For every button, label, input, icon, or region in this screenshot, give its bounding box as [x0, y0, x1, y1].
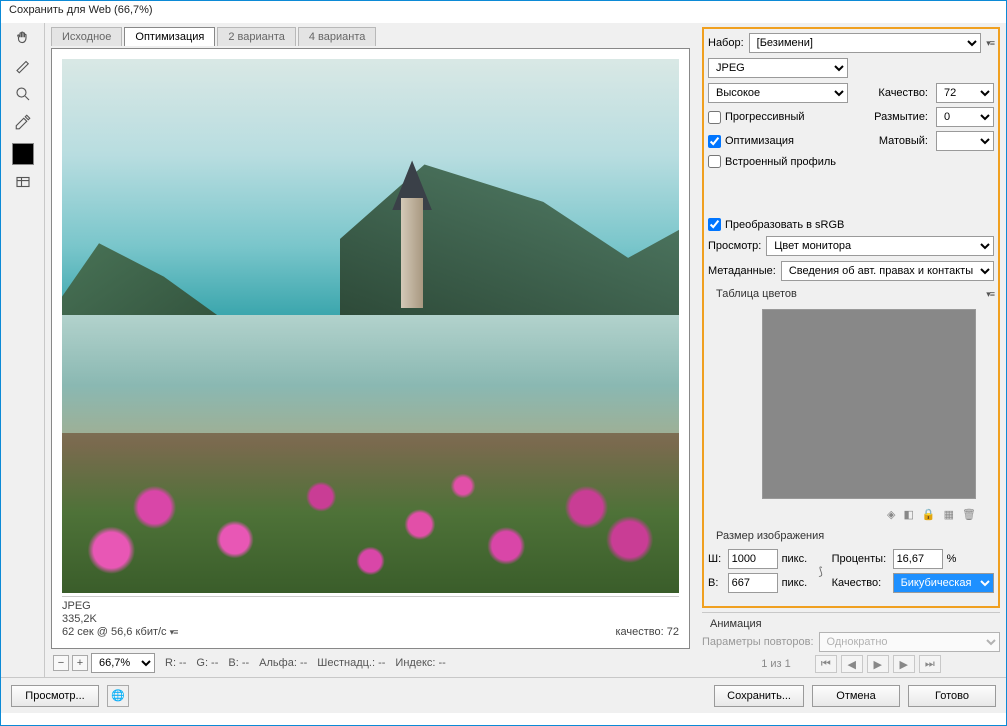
percent-unit: %	[947, 553, 994, 565]
ct-shift-icon[interactable]: ◧	[904, 508, 914, 521]
blur-value[interactable]: 0	[936, 107, 994, 127]
image-info: JPEG 335,2K 62 сек @ 56,6 кбит/с ▾≡ каче…	[62, 596, 679, 638]
percent-input[interactable]	[893, 549, 943, 569]
metadata-select[interactable]: Сведения об авт. правах и контакты	[781, 261, 994, 281]
next-frame-button[interactable]: ▶	[893, 655, 915, 673]
matte-label: Матовый:	[874, 135, 928, 147]
prev-frame-button[interactable]: ◀	[841, 655, 863, 673]
metadata-label: Метаданные:	[708, 265, 776, 277]
tab-original[interactable]: Исходное	[51, 27, 122, 46]
height-unit: пикс.	[782, 577, 810, 589]
canvas[interactable]: JPEG 335,2K 62 сек @ 56,6 кбит/с ▾≡ каче…	[51, 48, 690, 649]
format-select[interactable]: JPEG	[708, 58, 848, 78]
info-format: JPEG	[62, 600, 177, 612]
preset-label: Набор:	[708, 37, 744, 49]
tab-optimized[interactable]: Оптимизация	[124, 27, 215, 46]
readout-index: Индекс: --	[395, 657, 445, 669]
hand-tool[interactable]	[9, 27, 37, 49]
percent-label: Проценты:	[832, 553, 889, 565]
repeat-label: Параметры повторов:	[702, 636, 814, 648]
status-bar: − + 66,7% R: -- G: -- B: -- Альфа: -- Ше…	[51, 649, 690, 677]
readout-alpha: Альфа: --	[259, 657, 307, 669]
zoom-in-button[interactable]: +	[72, 655, 88, 671]
width-label: Ш:	[708, 553, 724, 565]
preset-menu-icon[interactable]: ▾≡	[986, 38, 994, 49]
preview-select[interactable]: Цвет монитора	[766, 236, 994, 256]
toggle-slices-icon[interactable]	[9, 171, 37, 193]
resample-label: Качество:	[832, 577, 889, 589]
done-button[interactable]: Готово	[908, 685, 996, 707]
image-size-title: Размер изображения	[708, 528, 994, 544]
eyedropper-tool[interactable]	[9, 111, 37, 133]
readout-b: B: --	[228, 657, 249, 669]
animation-title: Анимация	[702, 616, 1000, 632]
matte-value[interactable]	[936, 131, 994, 151]
cancel-button[interactable]: Отмена	[812, 685, 900, 707]
preview-button[interactable]: Просмотр...	[11, 685, 99, 707]
repeat-select: Однократно	[819, 632, 1000, 652]
resample-select[interactable]: Бикубическая	[893, 573, 994, 593]
preview-image	[62, 59, 679, 593]
ct-eyedrop-icon[interactable]: ◈	[887, 508, 895, 521]
ct-lock-icon[interactable]: 🔒	[922, 508, 936, 521]
ct-new-icon[interactable]: ▦	[944, 508, 954, 521]
color-table-title: Таблица цветов	[708, 288, 797, 300]
time-menu-icon[interactable]: ▾≡	[170, 627, 178, 637]
first-frame-button[interactable]: ⏮	[815, 655, 837, 673]
view-tabs: Исходное Оптимизация 2 варианта 4 вариан…	[51, 27, 690, 46]
info-size: 335,2K	[62, 613, 177, 625]
frame-position: 1 из 1	[761, 658, 791, 670]
srgb-checkbox[interactable]	[708, 218, 721, 231]
quality-label: Качество:	[874, 87, 928, 99]
preview-label: Просмотр:	[708, 240, 761, 252]
readout-hex: Шестнадц.: --	[317, 657, 385, 669]
color-swatch[interactable]	[12, 143, 34, 165]
optimize-checkbox[interactable]	[708, 135, 721, 148]
embed-profile-checkbox[interactable]	[708, 155, 721, 168]
readout-r: R: --	[165, 657, 186, 669]
embed-profile-label: Встроенный профиль	[725, 156, 836, 168]
color-table-tools: ◈ ◧ 🔒 ▦ 🗑	[708, 506, 994, 523]
readout-g: G: --	[196, 657, 218, 669]
width-input[interactable]	[728, 549, 778, 569]
srgb-label: Преобразовать в sRGB	[725, 219, 844, 231]
settings-panel: Набор: [Безимени] ▾≡ JPEG Высокое Качест…	[696, 23, 1006, 677]
zoom-select[interactable]: 66,7%	[91, 653, 155, 673]
preset-select[interactable]: [Безимени]	[749, 33, 982, 53]
window-title: Сохранить для Web (66,7%)	[1, 1, 1006, 23]
browser-preview-icon[interactable]: 🌐	[107, 685, 129, 707]
play-button[interactable]: ▶	[867, 655, 889, 673]
tool-palette	[1, 23, 45, 677]
zoom-tool[interactable]	[9, 83, 37, 105]
info-quality: качество: 72	[615, 626, 679, 638]
info-time: 62 сек @ 56,6 кбит/с	[62, 626, 167, 638]
slice-tool[interactable]	[9, 55, 37, 77]
tab-2up[interactable]: 2 варианта	[217, 27, 296, 46]
height-label: В:	[708, 577, 724, 589]
height-input[interactable]	[728, 573, 778, 593]
last-frame-button[interactable]: ⏭	[919, 655, 941, 673]
quality-value[interactable]: 72	[936, 83, 994, 103]
ct-delete-icon[interactable]: 🗑	[962, 508, 976, 521]
progressive-label: Прогрессивный	[725, 111, 805, 123]
link-dimensions-icon[interactable]: ⟆	[814, 565, 828, 578]
tab-4up[interactable]: 4 варианта	[298, 27, 377, 46]
color-table[interactable]	[762, 309, 976, 499]
progressive-checkbox[interactable]	[708, 111, 721, 124]
save-button[interactable]: Сохранить...	[714, 685, 804, 707]
footer: Просмотр... 🌐 Сохранить... Отмена Готово	[1, 677, 1006, 713]
blur-label: Размытие:	[874, 111, 928, 123]
width-unit: пикс.	[782, 553, 810, 565]
color-table-menu-icon[interactable]: ▾≡	[986, 289, 994, 300]
quality-preset-select[interactable]: Высокое	[708, 83, 848, 103]
optimize-label: Оптимизация	[725, 135, 794, 147]
zoom-out-button[interactable]: −	[53, 655, 69, 671]
